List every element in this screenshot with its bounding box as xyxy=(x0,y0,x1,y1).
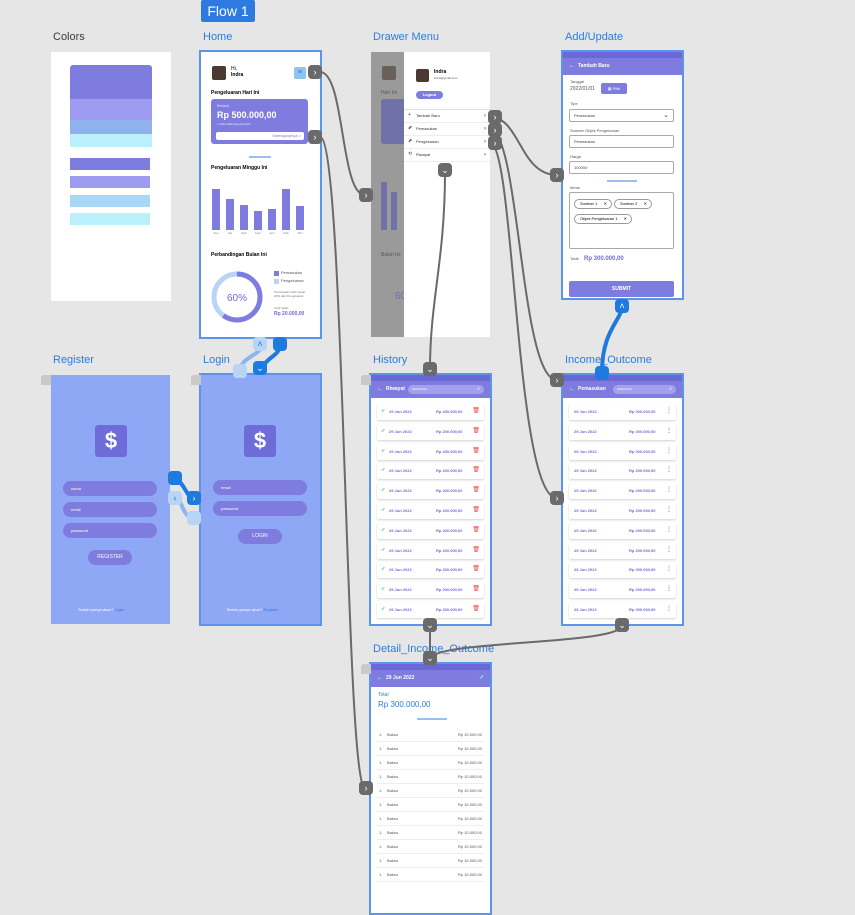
connector-arrow-icon[interactable]: › xyxy=(359,188,373,202)
connector-arrow-icon[interactable]: ⌄ xyxy=(423,651,437,665)
connector-handle[interactable]: › xyxy=(488,136,502,150)
connector-handle[interactable] xyxy=(187,511,201,525)
connector-handle[interactable]: ⌄ xyxy=(438,163,452,177)
connector-arrow-icon[interactable]: ‹ xyxy=(168,491,182,505)
connector-arrow-icon[interactable]: › xyxy=(550,373,564,387)
connector-handle[interactable]: ⌄ xyxy=(423,618,437,632)
connector-handle[interactable] xyxy=(233,364,247,378)
connector-handle[interactable] xyxy=(595,366,609,380)
connector-arrow-icon[interactable]: › xyxy=(550,168,564,182)
connector-income-detail[interactable] xyxy=(429,624,623,659)
connector-handle[interactable]: ⌄ xyxy=(615,618,629,632)
connector-handle[interactable]: › xyxy=(488,110,502,124)
connector-arrow-icon[interactable]: › xyxy=(359,781,373,795)
connector-handle[interactable]: › xyxy=(308,130,322,144)
connector-handle[interactable]: › xyxy=(488,123,502,137)
connector-handle[interactable]: › xyxy=(308,65,322,79)
connector-arrow-icon[interactable]: ⌄ xyxy=(423,362,437,376)
connector-handle[interactable] xyxy=(168,471,182,485)
flow-connectors xyxy=(169,71,624,789)
connector-drawer-history[interactable] xyxy=(429,171,446,370)
connector-arrow-icon[interactable]: ˄ xyxy=(253,337,267,351)
connector-home-detail[interactable] xyxy=(319,136,366,789)
connector-handle[interactable] xyxy=(273,337,287,351)
connector-arrow-icon[interactable]: ˄ xyxy=(615,299,629,313)
connector-drawer-income-b[interactable] xyxy=(489,142,558,499)
connector-arrow-icon[interactable]: › xyxy=(187,491,201,505)
connector-arrow-icon[interactable]: ⌄ xyxy=(253,361,267,375)
design-canvas[interactable]: Flow 1 Colors Home Drawer Menu Add/Updat… xyxy=(0,0,855,915)
connector-home-drawer[interactable] xyxy=(319,71,366,196)
connector-add-income[interactable] xyxy=(600,305,624,373)
connector-arrow-icon[interactable]: › xyxy=(550,491,564,505)
